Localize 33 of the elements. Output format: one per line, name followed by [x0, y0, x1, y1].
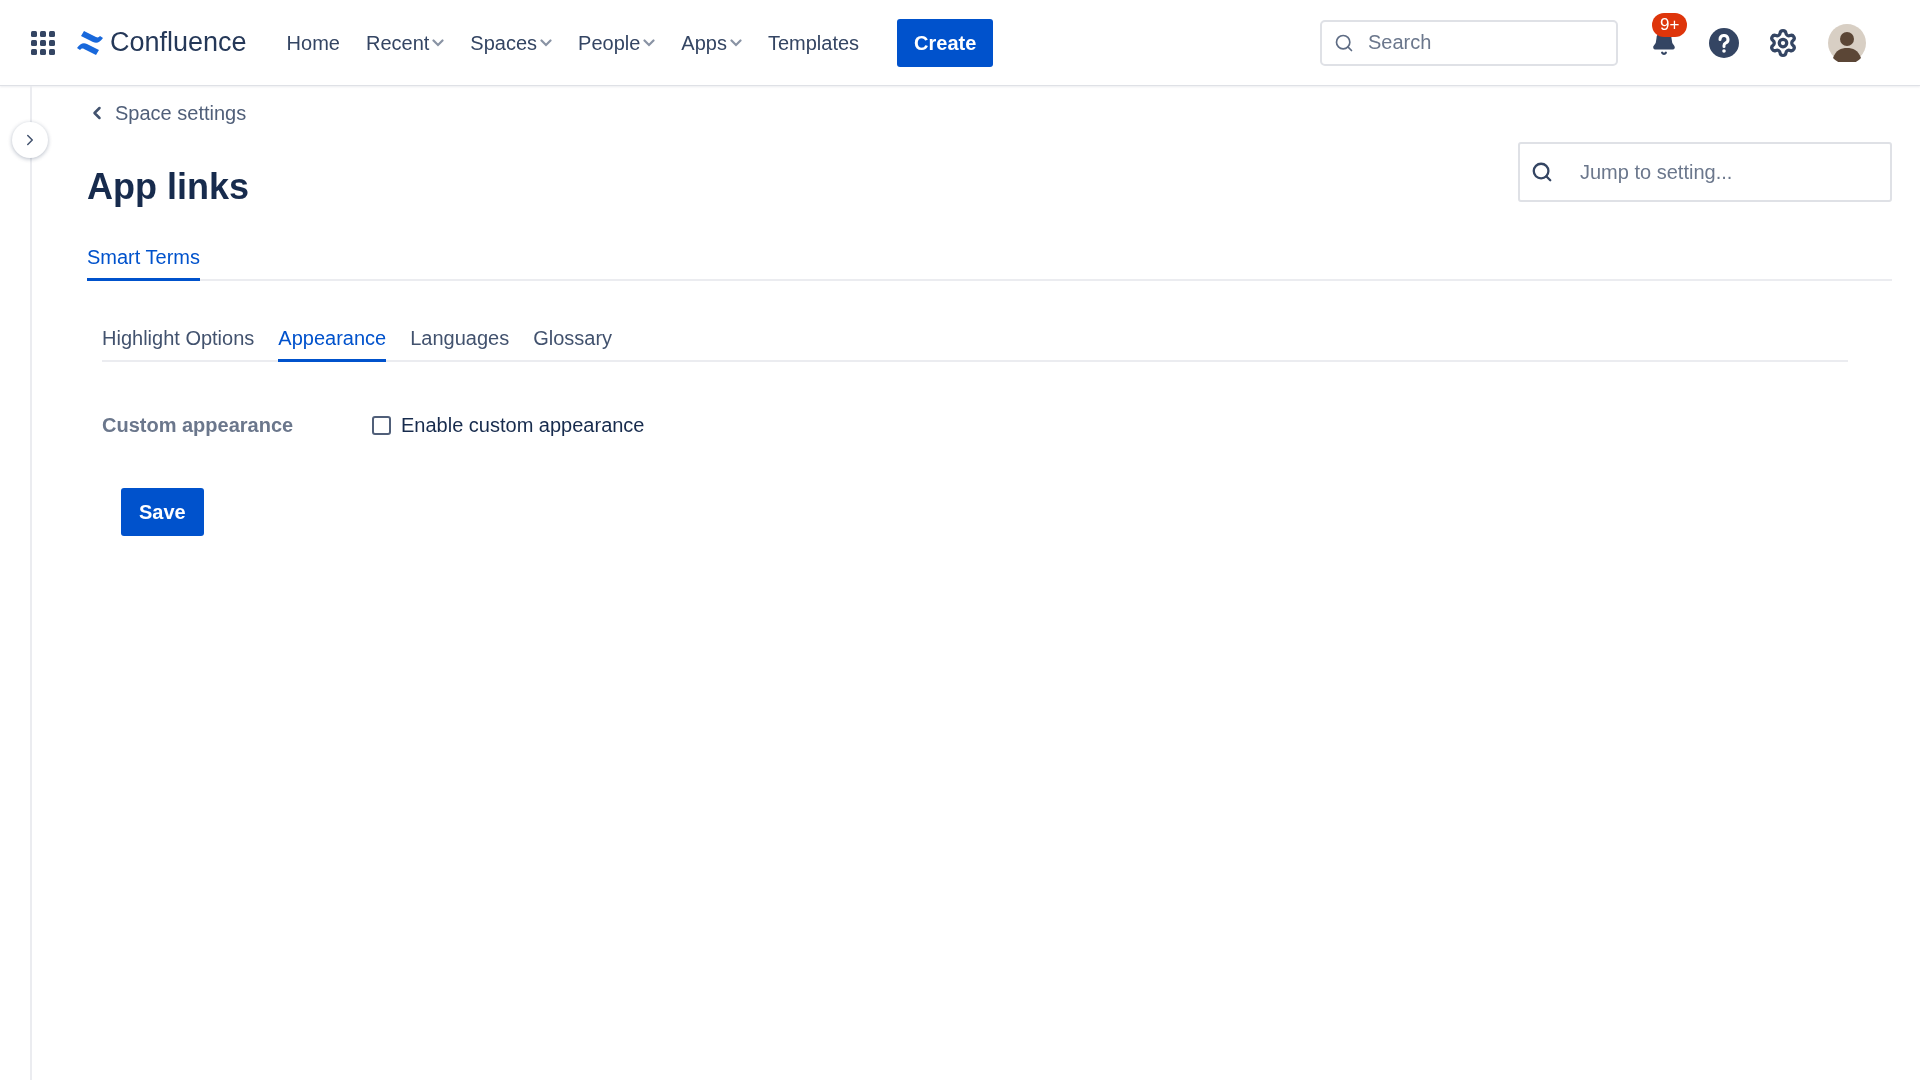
app-grid-icon[interactable] [30, 29, 56, 56]
avatar-icon[interactable] [1828, 23, 1866, 62]
field-label: Custom appearance [102, 413, 295, 438]
nav-item[interactable]: People [578, 19, 656, 66]
tab[interactable]: Highlight Options [102, 323, 255, 362]
help-icon[interactable] [1708, 26, 1740, 59]
search-field[interactable]: Search [1320, 19, 1618, 66]
tab[interactable]: Appearance [278, 323, 387, 362]
notification-badge: 9+ [1652, 12, 1688, 37]
search-icon [1531, 161, 1553, 183]
checkbox-label: Enable custom appearance [401, 413, 645, 438]
nav-item[interactable]: Recent [365, 19, 445, 66]
nav-item[interactable]: Templates [767, 19, 860, 66]
product-name[interactable]: Confluence [110, 22, 247, 63]
tab[interactable]: Languages [410, 323, 510, 362]
page-title: App links [87, 165, 250, 209]
settings-icon[interactable] [1768, 27, 1798, 58]
create-button[interactable]: Create [897, 18, 994, 67]
tab[interactable]: Glossary [533, 323, 613, 362]
chevron-down-icon [540, 38, 553, 47]
chevron-down-icon [432, 38, 445, 47]
tab[interactable]: Smart Terms [87, 242, 200, 281]
chevron-down-icon [643, 38, 656, 47]
jump-to-setting-field[interactable]: Jump to setting... [1518, 142, 1892, 202]
breadcrumb-link[interactable]: Space settings [87, 98, 247, 128]
nav-item[interactable]: Spaces [470, 19, 553, 66]
nav-item[interactable]: Apps [681, 19, 742, 66]
checkbox[interactable] [372, 415, 391, 435]
logo-icon [76, 29, 104, 56]
nav-item[interactable]: Home [286, 19, 340, 66]
chevron-down-icon [729, 38, 742, 47]
search-icon [1334, 32, 1354, 53]
save-button[interactable]: Save [121, 488, 204, 536]
